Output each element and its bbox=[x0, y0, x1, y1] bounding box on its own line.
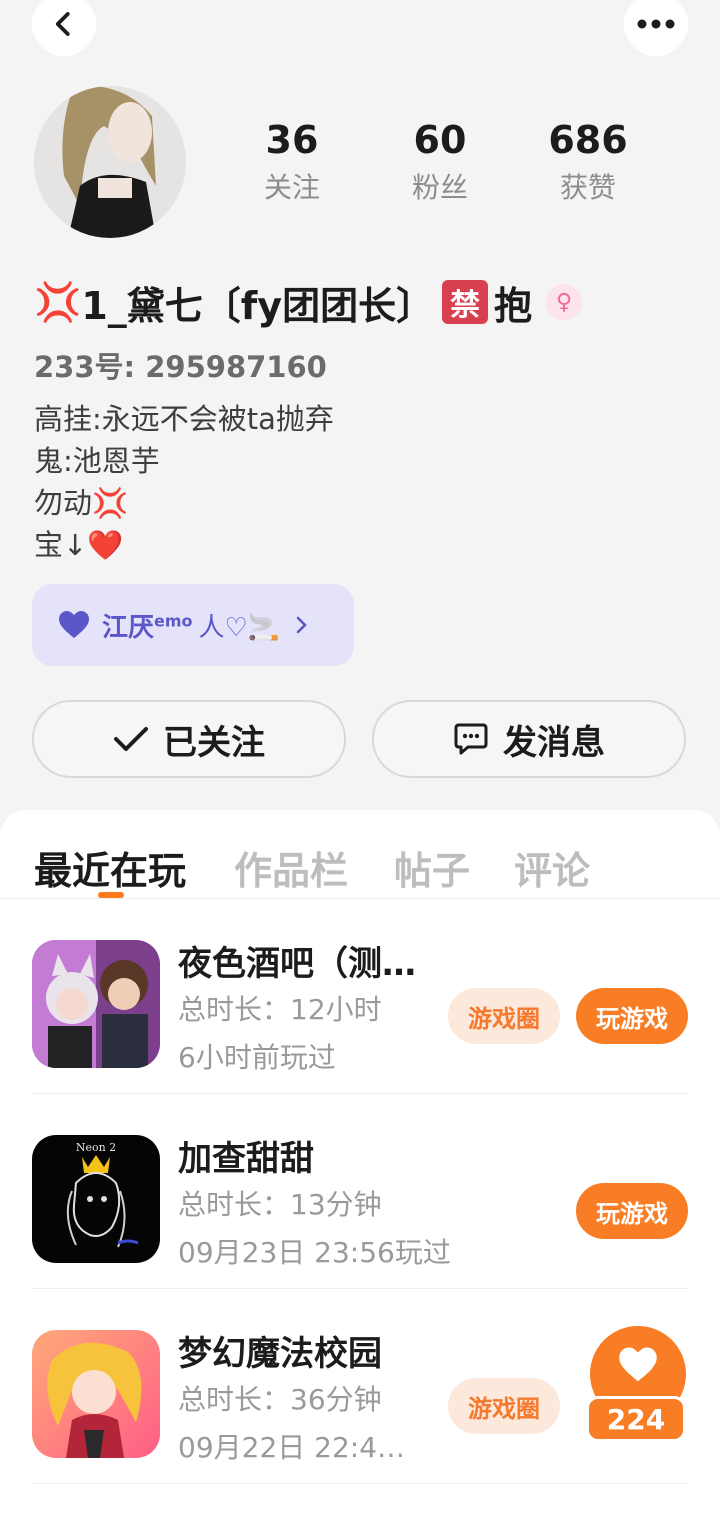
game-circle-button[interactable]: 游戏圈 bbox=[448, 1378, 560, 1434]
play-game-button[interactable]: 玩游戏 bbox=[576, 988, 688, 1044]
game-last-played: 6小时前玩过 bbox=[178, 1041, 336, 1074]
game-duration: 总时长：12小时 bbox=[178, 993, 382, 1026]
stat-value: 36 bbox=[265, 118, 319, 162]
stat-fans[interactable]: 60 粉丝 bbox=[370, 112, 510, 206]
following-label: 已关注 bbox=[163, 722, 265, 763]
game-title: 加查甜甜 bbox=[178, 1139, 314, 1179]
play-game-button[interactable]: 玩游戏 bbox=[576, 1183, 688, 1239]
stat-value: 686 bbox=[548, 118, 628, 162]
divider bbox=[0, 898, 720, 899]
game-title: 夜色酒吧（测… bbox=[178, 944, 416, 984]
nickname-suffix: 抱 bbox=[494, 283, 533, 328]
bio-line: 鬼:池恩芋 bbox=[34, 444, 160, 478]
bio-line: 高挂:永远不会被ta抛弃 bbox=[34, 402, 334, 436]
more-dots-icon bbox=[637, 19, 675, 29]
tab-works[interactable]: 作品栏 bbox=[234, 840, 348, 895]
tab-comments[interactable]: 评论 bbox=[514, 840, 590, 895]
game-icon[interactable]: Neon 2 bbox=[32, 1135, 160, 1263]
message-button[interactable]: 发消息 bbox=[372, 700, 686, 778]
row-divider bbox=[32, 1093, 688, 1094]
game-row[interactable]: 夜色酒吧（测… 总时长：12小时 6小时前玩过 游戏圈 玩游戏 bbox=[32, 900, 688, 1094]
stat-label: 粉丝 bbox=[411, 171, 468, 204]
bio-line: 宝↓❤️ bbox=[34, 528, 124, 562]
user-id: 233号: 295987160 bbox=[34, 350, 327, 384]
tab-recent[interactable]: 最近在玩 bbox=[34, 840, 186, 895]
stat-following[interactable]: 36 关注 bbox=[222, 112, 362, 206]
game-duration: 总时长：36分钟 bbox=[178, 1383, 382, 1416]
message-label: 发消息 bbox=[503, 722, 605, 763]
row-divider bbox=[32, 1483, 688, 1484]
nickname-text: 1_黛七〔fy团团长〕 bbox=[81, 283, 435, 328]
chevron-left-icon bbox=[55, 12, 70, 36]
like-count: 224 bbox=[586, 1396, 686, 1442]
stat-value: 60 bbox=[413, 118, 467, 162]
ban-badge: 禁 bbox=[442, 280, 489, 324]
following-button[interactable]: 已关注 bbox=[32, 700, 346, 778]
female-icon: ♀ bbox=[546, 284, 583, 320]
game-duration: 总时长：13分钟 bbox=[178, 1188, 382, 1221]
more-button[interactable] bbox=[624, 0, 688, 56]
angry-emoji: 💢 bbox=[34, 279, 82, 324]
back-button[interactable] bbox=[32, 0, 96, 56]
game-row[interactable]: Neon 2 加查甜甜 总时长：13分钟 09月23日 23:56玩过 玩游戏 bbox=[32, 1095, 688, 1289]
check-icon bbox=[114, 727, 148, 751]
chevron-right-icon bbox=[296, 616, 307, 634]
tag-decoration: 人♡🚬 bbox=[198, 612, 281, 643]
bio-line: 勿动💢 bbox=[34, 486, 129, 520]
avatar[interactable] bbox=[34, 86, 186, 238]
game-last-played: 09月23日 23:56玩过 bbox=[178, 1236, 451, 1269]
stat-likes[interactable]: 686 获赞 bbox=[518, 112, 658, 206]
tag-text: 江厌emo bbox=[102, 610, 193, 643]
nickname: 💢 1_黛七〔fy团团长〕 禁 抱 ♀ bbox=[34, 276, 583, 328]
tab-posts[interactable]: 帖子 bbox=[394, 840, 470, 895]
stat-label: 获赞 bbox=[559, 171, 616, 204]
game-icon[interactable] bbox=[32, 1330, 160, 1458]
heart-icon bbox=[619, 1347, 657, 1382]
game-icon[interactable] bbox=[32, 940, 160, 1068]
relationship-tag[interactable]: 江厌emo 人♡🚬 bbox=[32, 584, 354, 666]
game-title: 梦幻魔法校园 bbox=[178, 1334, 382, 1374]
game-last-played: 09月22日 22:4… bbox=[178, 1431, 406, 1464]
heart-icon bbox=[59, 611, 89, 638]
row-divider bbox=[32, 1288, 688, 1289]
stat-label: 关注 bbox=[263, 171, 320, 204]
bio: 高挂:永远不会被ta抛弃 鬼:池恩芋 勿动💢 宝↓❤️ bbox=[34, 398, 334, 566]
game-icon-text: Neon 2 bbox=[76, 1141, 116, 1154]
game-circle-button[interactable]: 游戏圈 bbox=[448, 988, 560, 1044]
chat-icon bbox=[454, 723, 488, 755]
like-float-button[interactable]: 224 bbox=[584, 1326, 690, 1446]
